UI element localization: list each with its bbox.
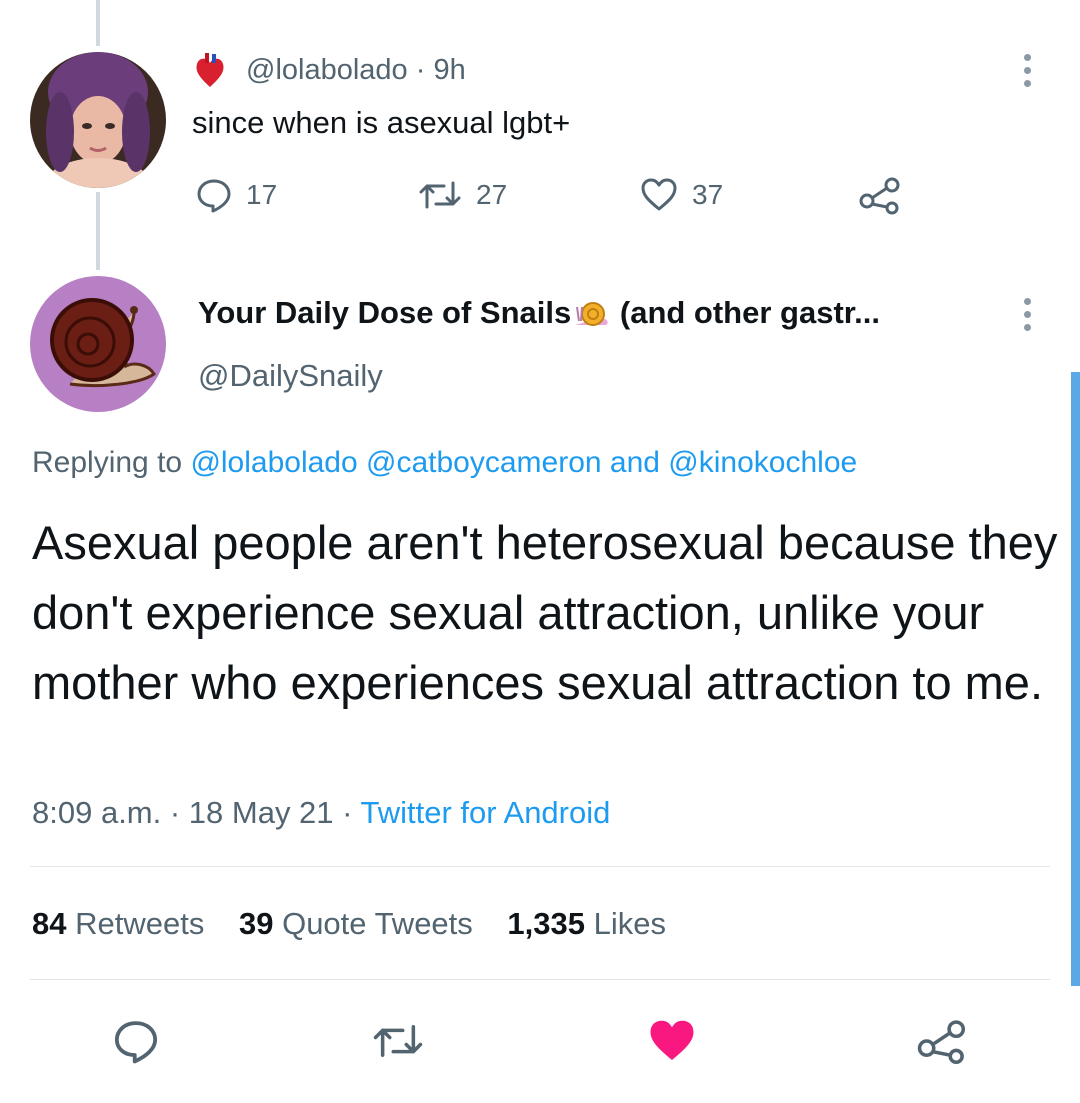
display-name-suffix: (and other gastr... — [619, 295, 880, 330]
parent-retweet-button[interactable]: 27 — [418, 175, 507, 215]
reply-button[interactable] — [110, 1015, 162, 1067]
retweets-count: 84 — [32, 906, 67, 941]
main-tweet-text: Asexual people aren't heterosexual becau… — [32, 516, 1058, 709]
main-more-icon[interactable] — [1022, 298, 1032, 331]
dot-separator: · — [407, 54, 434, 86]
engagement-row: 84 Retweets 39 Quote Tweets 1,335 Likes — [32, 906, 666, 942]
thread-line-top — [96, 0, 100, 46]
like-button[interactable] — [646, 1015, 698, 1067]
divider-bottom — [30, 979, 1050, 980]
parent-handle[interactable]: @lolabolado — [246, 54, 408, 86]
scrollbar[interactable] — [1071, 372, 1080, 986]
parent-retweet-count: 27 — [476, 179, 508, 210]
replying-to: Replying to @lolabolado @catboycameron a… — [32, 446, 857, 480]
quotes-count: 39 — [238, 906, 274, 941]
retweet-button[interactable] — [372, 1015, 424, 1067]
avatar-dailysnaily[interactable] — [30, 276, 166, 412]
divider-top — [30, 866, 1050, 867]
retweet-icon — [419, 181, 461, 209]
parent-time[interactable]: 9h — [433, 54, 465, 86]
tweet-timestamp: 8:09 a.m. · 18 May 21 · — [32, 795, 361, 830]
share-icon — [859, 177, 900, 215]
parent-share-button[interactable] — [858, 175, 902, 215]
retweets-label: Retweets — [75, 906, 205, 941]
retweet-icon — [373, 1025, 423, 1057]
likes-label: Likes — [593, 906, 666, 941]
quotes-label: Quote Tweets — [282, 906, 473, 941]
parent-reply-button[interactable]: 17 — [196, 175, 277, 215]
heart-outline-icon — [641, 178, 677, 211]
likes-count: 1,335 — [507, 906, 585, 941]
main-tweet-name-row[interactable]: Your Daily Dose of Snails (and other gas… — [198, 295, 880, 331]
likes-stat[interactable]: 1,335 Likes — [507, 906, 666, 941]
anatomical-heart-emoji-icon — [193, 53, 227, 89]
parent-tweet-header: @lolabolado · 9h — [246, 54, 466, 87]
tweet-source[interactable]: Twitter for Android — [361, 795, 611, 830]
reply-icon — [197, 179, 231, 213]
parent-tweet-text: since when is asexual lgbt+ — [192, 105, 571, 140]
parent-like-button[interactable]: 37 — [640, 175, 723, 215]
main-tweet-meta: 8:09 a.m. · 18 May 21 · Twitter for Andr… — [32, 795, 610, 831]
share-icon — [917, 1020, 966, 1065]
avatar-lolabolado[interactable] — [30, 52, 166, 188]
display-name: Your Daily Dose of Snails — [198, 295, 572, 330]
retweets-stat[interactable]: 84 Retweets — [32, 906, 204, 941]
quotes-stat[interactable]: 39 Quote Tweets — [239, 906, 473, 941]
replying-to-handles[interactable]: @lolabolado @catboycameron and @kinokoch… — [190, 446, 857, 479]
parent-like-count: 37 — [692, 179, 724, 210]
snail-emoji-icon — [571, 297, 611, 329]
parent-reply-count: 17 — [246, 179, 278, 210]
replying-prefix: Replying to — [32, 446, 183, 479]
main-handle[interactable]: @DailySnaily — [198, 358, 383, 394]
heart-filled-icon — [650, 1020, 694, 1060]
reply-icon — [114, 1021, 158, 1064]
parent-more-icon[interactable] — [1022, 54, 1032, 87]
share-button[interactable] — [916, 1015, 968, 1067]
thread-line-middle — [96, 192, 100, 270]
